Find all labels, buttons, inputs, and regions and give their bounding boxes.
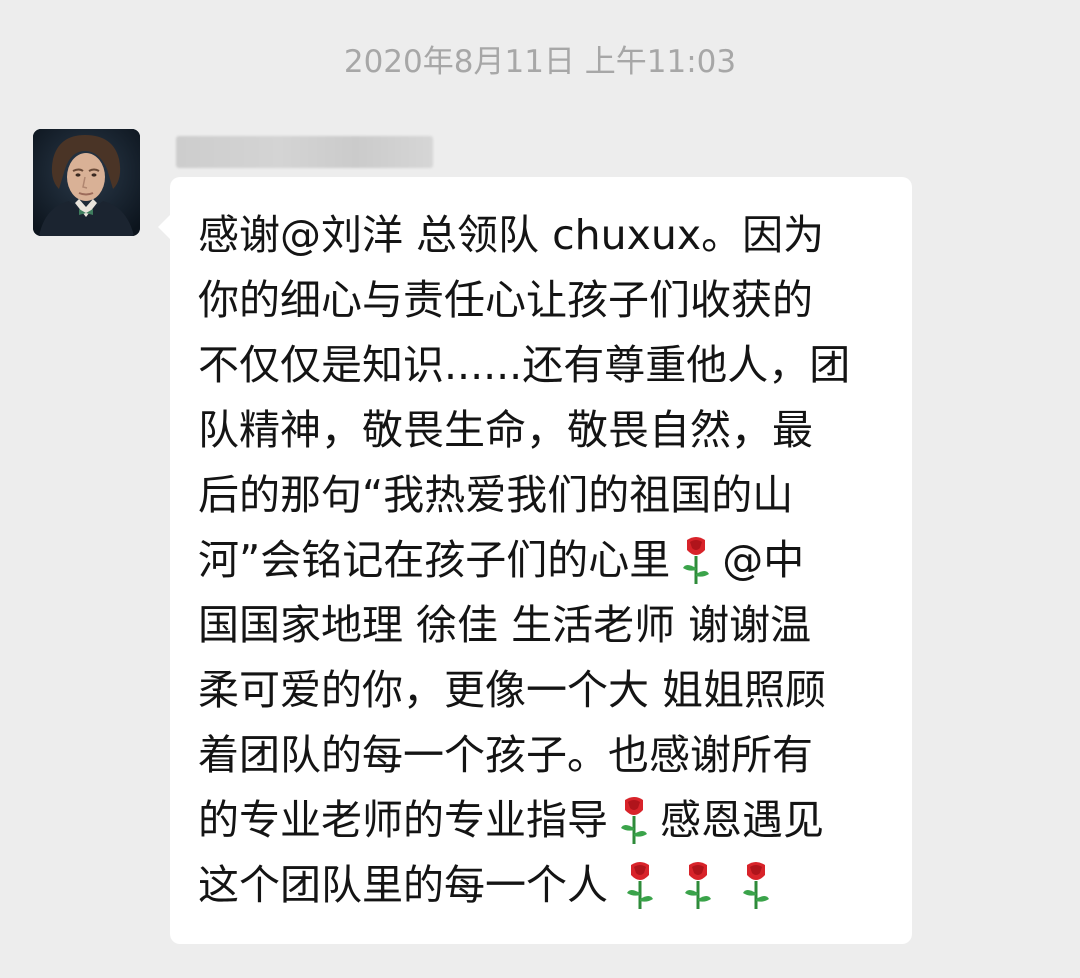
message-line: 着团队的每一个孩子。也感谢所有 <box>198 731 813 779</box>
sender-avatar[interactable] <box>33 129 140 236</box>
message-line: 河”会铭记在孩子们的心里 @中 <box>198 534 805 584</box>
rose-icon <box>680 859 716 909</box>
message-line: 国国家地理 徐佳 生活老师 谢谢温 <box>198 601 812 649</box>
rose-icon <box>678 534 714 584</box>
message-line: 感谢@刘洋 总领队 chuxux。因为 <box>198 211 825 259</box>
message-line: 你的细心与责任心让孩子们收获的 <box>198 276 813 324</box>
message-line: 不仅仅是知识......还有尊重他人，团 <box>198 341 851 389</box>
message-line: 后的那句“我热爱我们的祖国的山 <box>198 471 794 519</box>
rose-icon <box>738 859 774 909</box>
message-bubble[interactable]: 感谢@刘洋 总领队 chuxux。因为 你的细心与责任心让孩子们收获的 不仅仅是… <box>158 177 912 944</box>
user-avatar-portrait-icon <box>33 129 140 236</box>
rose-icon <box>622 859 658 909</box>
sender-name-redacted <box>176 136 433 168</box>
rose-icon <box>616 794 652 844</box>
message-line: 柔可爱的你，更像一个大 姐姐照顾 <box>198 666 827 714</box>
chat-timestamp: 2020年8月11日 上午11:03 <box>343 44 737 80</box>
message-line: 这个团队里的每一个人 <box>198 853 890 918</box>
message-line: 的专业老师的专业指导 感恩遇见 <box>198 794 824 844</box>
message-line: 队精神，敬畏生命，敬畏自然，最 <box>198 406 813 454</box>
